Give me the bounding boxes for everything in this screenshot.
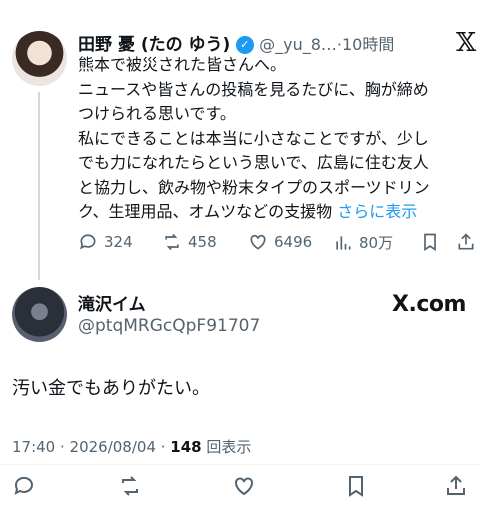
tweet2-handle[interactable]: @ptqMRGcQpF91707	[78, 316, 260, 336]
share-button[interactable]	[456, 232, 476, 252]
view-count: 80万	[359, 234, 394, 252]
tweet1-line: ク、生理用品、オムツなどの支援物	[78, 202, 333, 221]
heart-icon	[250, 234, 266, 250]
like-count: 6496	[274, 233, 313, 251]
tweet2-timestamp[interactable]: 17:40 · 2026/08/04 ·	[12, 438, 170, 456]
tweet2-view-label: 回表示	[201, 438, 252, 456]
reply-button[interactable]: 324	[78, 232, 133, 252]
tweet1-text: 熊本で被災された皆さんへ。 ニュースや皆さんの投稿を見るたびに、胸が締め つけら…	[78, 53, 473, 225]
tweet1-time[interactable]: 10時間	[342, 35, 394, 54]
bookmark-icon	[424, 233, 436, 252]
repost-button[interactable]	[118, 474, 142, 498]
reply-button[interactable]	[12, 474, 36, 498]
reply-count: 324	[104, 233, 133, 251]
share-icon	[447, 475, 465, 495]
thread-connector-line	[38, 92, 40, 280]
tweet1-handle[interactable]: @_yu_8…	[259, 35, 337, 54]
like-button[interactable]: 6496	[248, 232, 312, 252]
tweet1-header: 田野 憂 (たの ゆう) ✓ @_yu_8…·10時間	[78, 35, 395, 55]
bookmark-icon	[349, 476, 363, 497]
reply-icon	[80, 234, 96, 250]
tweet2-meta: 17:40 · 2026/08/04 · 148 回表示	[12, 436, 251, 457]
repost-icon	[165, 233, 179, 251]
reply-icon	[14, 476, 33, 495]
tweet1-line: と協力し、飲み物や粉末タイプのスポーツドリン	[78, 177, 430, 197]
xcom-watermark: X.com	[392, 292, 466, 317]
avatar-tweet2[interactable]	[12, 287, 67, 342]
tweet1-display-name[interactable]: 田野 憂 (たの ゆう)	[78, 35, 230, 55]
views-button[interactable]: 80万	[333, 232, 393, 253]
like-button[interactable]	[232, 474, 256, 498]
tweet1-actions: 324 458 6496 80万	[78, 232, 478, 254]
bookmark-button[interactable]	[344, 474, 368, 498]
share-button[interactable]	[444, 474, 468, 498]
verified-badge-icon: ✓	[235, 36, 254, 54]
tweet1-line: 私にできることは本当に小さなことですが、少し	[78, 128, 429, 148]
heart-icon	[235, 477, 253, 496]
repost-icon	[122, 476, 138, 496]
tweet2-actions	[0, 474, 480, 504]
bookmark-button[interactable]	[420, 232, 440, 252]
tweet2-display-name[interactable]: 滝沢イム	[78, 290, 146, 315]
tweet2-view-count: 148	[170, 438, 202, 456]
repost-count: 458	[188, 233, 217, 251]
share-icon	[458, 233, 474, 250]
show-more-link[interactable]: さらに表示	[337, 202, 417, 221]
repost-button[interactable]: 458	[162, 232, 217, 252]
tweet1-line: 熊本で被災された皆さんへ。	[78, 55, 287, 74]
views-icon	[336, 235, 351, 250]
avatar-tweet1[interactable]	[12, 31, 67, 86]
divider	[0, 464, 480, 465]
tweet1-line: つけられる思いです。	[78, 104, 236, 123]
tweet2-text: 汚い金でもありがたい。	[12, 378, 210, 399]
tweet1-line: でも力になれたらという思いで、広島に住む友人	[78, 153, 429, 172]
tweet1-line: ニュースや皆さんの投稿を見るたびに、胸が締め	[78, 79, 429, 99]
